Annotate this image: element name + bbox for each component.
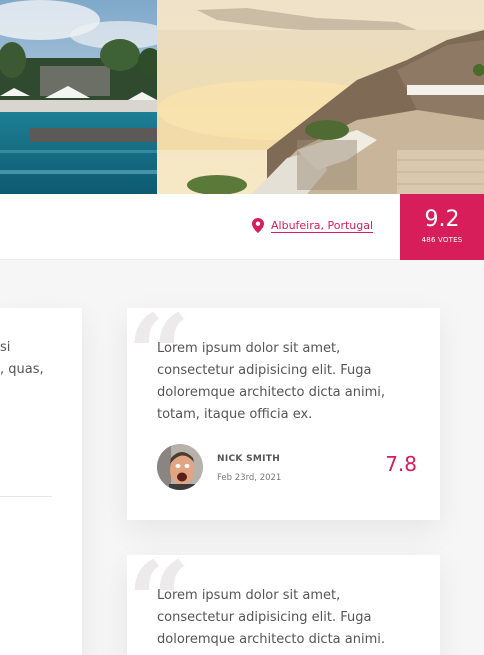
- reviewer-name: NICK SMITH: [217, 454, 281, 464]
- location-link[interactable]: Albufeira, Portugal: [252, 218, 373, 233]
- review-text-line: consectetur adipisicing elit. Fuga: [157, 610, 372, 625]
- review-date: Feb 23rd, 2021: [217, 473, 282, 483]
- review-text-line: doloremque architecto dicta animi,: [157, 385, 385, 400]
- review-text-fragment: si: [0, 340, 11, 355]
- overall-rating-badge: 9.2 486 VOTES: [400, 194, 484, 260]
- reviewer-info: NICK SMITH Feb 23rd, 2021 7.8: [157, 444, 417, 490]
- map-pin-icon: [252, 218, 264, 233]
- pool-photo[interactable]: [0, 0, 157, 194]
- review-text-line: Lorem ipsum dolor sit amet,: [157, 588, 341, 603]
- location-label[interactable]: Albufeira, Portugal: [271, 219, 373, 232]
- review-card: “ Lorem ipsum dolor sit amet, consectetu…: [127, 300, 440, 520]
- review-text-line: doloremque architecto dicta animi.: [157, 632, 385, 647]
- cliff-terrace-photo[interactable]: [157, 0, 484, 194]
- review-text: Lorem ipsum dolor sit amet, consectetur …: [157, 585, 417, 651]
- review-text-line: totam, itaque officia ex.: [157, 407, 313, 422]
- hero-gallery: [0, 0, 484, 194]
- vote-count: 486 VOTES: [421, 236, 463, 244]
- review-card: “ Lorem ipsum dolor sit amet, consectetu…: [127, 547, 440, 655]
- review-score: 7.8: [385, 452, 417, 476]
- avatar[interactable]: [157, 444, 203, 490]
- overall-rating-score: 9.2: [424, 207, 460, 232]
- review-card-partial: si , quas,: [0, 308, 82, 655]
- review-text-fragment: , quas,: [0, 362, 44, 377]
- review-text-line: consectetur adipisicing elit. Fuga: [157, 363, 372, 378]
- review-text: Lorem ipsum dolor sit amet, consectetur …: [157, 338, 417, 426]
- review-text-line: Lorem ipsum dolor sit amet,: [157, 341, 341, 356]
- divider: [0, 496, 52, 497]
